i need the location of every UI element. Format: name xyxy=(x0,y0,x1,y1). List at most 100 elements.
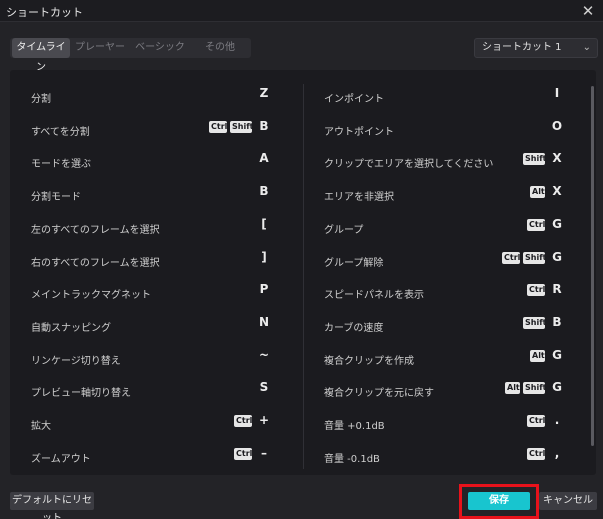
shortcut-row[interactable]: 分割モード B xyxy=(31,184,271,205)
shortcut-action-label: アウトポイント xyxy=(324,126,394,138)
reset-defaults-button[interactable]: デフォルトにリセット xyxy=(10,492,94,519)
shortcut-key: . xyxy=(554,413,560,427)
tab-other[interactable]: その他 xyxy=(192,38,248,58)
save-button[interactable]: 保存 xyxy=(468,492,530,510)
shortcut-key: B xyxy=(259,118,269,133)
shortcut-action-label: すべてを分割 xyxy=(31,126,90,138)
shortcut-key: G xyxy=(552,347,562,362)
shortcut-key: – xyxy=(261,445,267,460)
shortcut-key: B xyxy=(259,184,269,199)
shortcut-row[interactable]: 複合クリップを作成 G Alt xyxy=(324,347,564,369)
shortcut-row[interactable]: 分割 Z xyxy=(31,86,271,107)
shortcut-key: G xyxy=(552,380,562,395)
shortcut-action-label: リンケージ切り替え xyxy=(31,355,121,367)
shortcut-row[interactable]: すべてを分割 B Shift Ctrl xyxy=(31,118,271,140)
modifier-badge-alt: Alt xyxy=(530,349,545,362)
shortcut-row[interactable]: カーブの速度 B Shift xyxy=(324,314,564,336)
shortcut-row[interactable]: 音量 +0.1dB. Ctrl xyxy=(324,413,564,434)
shortcut-key: N xyxy=(258,314,270,329)
modifier-badge-ctrl: Ctrl xyxy=(234,447,253,460)
shortcut-action-label: 複合クリップを元に戻す xyxy=(324,388,434,400)
modifier-badge-ctrl: Ctrl xyxy=(527,447,546,460)
shortcut-key: ~ xyxy=(258,347,270,362)
shortcut-action-label: 音量 -0.1dB xyxy=(324,453,380,465)
modifier-badge-ctrl: Ctrl xyxy=(209,120,228,133)
modifier-badge-ctrl: Ctrl xyxy=(502,251,521,264)
shortcut-action-label: グループ xyxy=(324,224,364,236)
shortcut-key: O xyxy=(551,118,563,133)
shortcut-preset-select[interactable]: ショートカット 1 ⌄ xyxy=(474,38,598,58)
shortcut-row[interactable]: スピードパネルを表示 R Ctrl xyxy=(324,282,564,303)
shortcut-key: [ xyxy=(261,216,267,231)
shortcut-key: S xyxy=(259,380,269,395)
modifier-badge-shift: Shift xyxy=(523,382,547,395)
window-title: ショートカット xyxy=(6,6,83,19)
shortcut-row[interactable]: クリップでエリアを選択してください X Shift xyxy=(324,151,564,172)
shortcut-row[interactable]: グループ G Ctrl xyxy=(324,217,564,238)
modifier-badge-alt: Alt xyxy=(530,186,545,199)
shortcut-action-label: ズームアウト xyxy=(31,453,91,465)
category-tabs: タイムライン プレーヤー ベーシック その他 xyxy=(10,38,251,73)
shortcut-key: Z xyxy=(259,86,269,100)
shortcut-key: X xyxy=(552,184,562,199)
title-bar: ショートカット ✕ xyxy=(0,0,603,22)
shortcut-row[interactable]: インポイント I xyxy=(324,86,564,107)
shortcut-action-label: 拡大 xyxy=(31,421,51,432)
modifier-badge-shift: Shift xyxy=(523,251,547,264)
tab-player[interactable]: プレーヤー xyxy=(72,38,128,58)
shortcut-action-label: スピードパネルを表示 xyxy=(324,290,424,302)
shortcut-key: I xyxy=(554,86,560,100)
shortcut-row[interactable]: 自動スナッピング N xyxy=(31,314,271,336)
shortcut-key: R xyxy=(552,282,562,297)
modifier-badge-ctrl: Ctrl xyxy=(234,415,253,427)
modifier-badge-ctrl: Ctrl xyxy=(527,284,546,297)
shortcut-list-panel: 分割 Z すべてを分割 B Shift Ctrl モードを選ぶ A 分割モード B 左のすべてのフレ… xyxy=(10,70,596,475)
shortcut-action-label: カーブの速度 xyxy=(324,322,384,334)
tab-basic[interactable]: ベーシック xyxy=(132,38,188,58)
tab-timeline[interactable]: タイムライン xyxy=(12,38,70,73)
chevron-down-icon: ⌄ xyxy=(582,42,591,53)
shortcut-action-label: 複合クリップを作成 xyxy=(324,355,414,367)
shortcut-row[interactable]: プレビュー軸切り替え S xyxy=(31,380,271,401)
modifier-badge-alt: Alt xyxy=(505,382,520,395)
scrollbar[interactable] xyxy=(591,86,594,446)
shortcut-row[interactable]: ズームアウト – Ctrl xyxy=(31,445,271,467)
shortcut-key: , xyxy=(554,445,560,460)
shortcut-row[interactable]: 音量 -0.1dB, Ctrl xyxy=(324,445,564,467)
close-icon[interactable]: ✕ xyxy=(579,2,597,20)
column-divider xyxy=(303,84,304,469)
modifier-badge-shift: Shift xyxy=(523,316,547,329)
shortcut-action-label: インポイント xyxy=(324,94,384,105)
shortcut-action-label: クリップでエリアを選択してください xyxy=(324,159,494,171)
preset-value: ショートカット 1 xyxy=(482,42,562,53)
shortcut-key: + xyxy=(258,413,270,427)
shortcut-action-label: 音量 +0.1dB xyxy=(324,421,385,432)
shortcut-row[interactable]: 複合クリップを元に戻す G Shift Alt xyxy=(324,380,564,401)
modifier-badge-ctrl: Ctrl xyxy=(527,218,546,231)
shortcut-row[interactable]: メイントラックマグネット P xyxy=(31,282,271,303)
shortcut-action-label: 右のすべてのフレームを選択 xyxy=(31,257,160,269)
shortcut-action-label: 分割 xyxy=(31,94,51,105)
modifier-badge-shift: Shift xyxy=(523,153,547,166)
shortcut-action-label: グループ解除 xyxy=(324,257,384,269)
shortcut-action-label: モードを選ぶ xyxy=(31,159,91,171)
shortcut-key: B xyxy=(552,314,562,329)
shortcut-key: G xyxy=(552,249,562,264)
shortcut-row[interactable]: エリアを非選択 X Alt xyxy=(324,184,564,205)
shortcut-row[interactable]: 左のすべてのフレームを選択 [ xyxy=(31,216,271,238)
shortcut-key: P xyxy=(259,282,269,297)
shortcut-action-label: 分割モード xyxy=(31,192,81,204)
shortcut-row[interactable]: リンケージ切り替え ~ xyxy=(31,347,271,369)
shortcut-action-label: メイントラックマグネット xyxy=(31,290,151,302)
cancel-button[interactable]: キャンセル xyxy=(539,492,597,510)
shortcut-row[interactable]: モードを選ぶ A xyxy=(31,151,271,172)
shortcut-key: X xyxy=(552,151,562,166)
shortcut-row[interactable]: 拡大 + Ctrl xyxy=(31,413,271,434)
modifier-badge-ctrl: Ctrl xyxy=(527,415,546,427)
shortcut-key: A xyxy=(259,151,269,166)
modifier-badge-shift: Shift xyxy=(230,120,254,133)
shortcut-row[interactable]: グループ解除 G Shift Ctrl xyxy=(324,249,564,271)
shortcut-row[interactable]: 右のすべてのフレームを選択] xyxy=(31,250,271,271)
shortcut-action-label: 自動スナッピング xyxy=(31,322,111,334)
shortcut-row[interactable]: アウトポイント O xyxy=(324,118,564,140)
